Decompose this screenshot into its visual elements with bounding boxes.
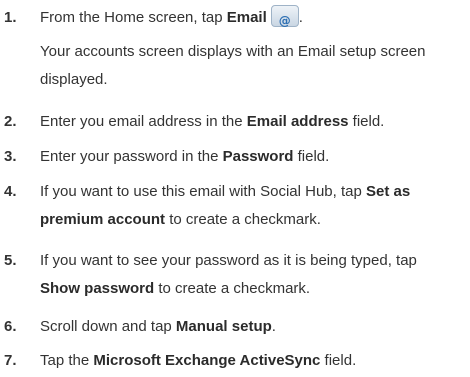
step-bold-term: Microsoft Exchange ActiveSync [93, 352, 321, 369]
step-text: Enter you email address in the Email add… [40, 108, 384, 136]
step-number: 5. [4, 252, 17, 269]
step-number: 1. [4, 9, 17, 26]
step-text-part: Tap the [40, 352, 94, 369]
step-1-continuation-2: displayed. [40, 71, 108, 88]
step-text: Tap the Microsoft Exchange ActiveSync fi… [40, 347, 356, 375]
step-bold-term: Email address [246, 113, 349, 130]
step-text-part: field. [348, 113, 385, 130]
step-text-part: Enter you email address in the [40, 113, 247, 130]
step-5-continuation: Show password to create a checkmark. [40, 275, 310, 303]
step-text-part: to create a checkmark. [154, 280, 311, 297]
step-number: 6. [4, 318, 17, 335]
step-number: 2. [4, 113, 17, 130]
email-app-icon [270, 5, 299, 35]
step-text-part: . [298, 9, 303, 26]
step-text: Enter your password in the Password fiel… [40, 143, 329, 171]
step-bold-term: Set as [366, 183, 411, 200]
step-text-part: . [271, 318, 276, 335]
step-text: From the Home screen, tap Email. [40, 4, 303, 35]
step-text-part: field. [320, 352, 357, 369]
step-1-continuation-1: Your accounts screen displays with an Em… [40, 43, 426, 60]
step-text-part: to create a checkmark. [165, 211, 321, 228]
step-text: Scroll down and tap Manual setup. [40, 313, 276, 341]
step-bold-term: Show password [40, 280, 155, 297]
step-number: 4. [4, 183, 17, 200]
step-text-part: If you want to use this email with Socia… [40, 183, 366, 200]
step-bold-term: Manual setup [175, 318, 272, 335]
step-text-part: If you want to see your password as it i… [40, 252, 417, 269]
step-4-continuation: premium account to create a checkmark. [40, 206, 321, 234]
step-text-part: From the Home screen, tap [40, 9, 227, 26]
step-text: If you want to see your password as it i… [40, 247, 417, 275]
step-number: 7. [4, 352, 17, 369]
instruction-document: 1. From the Home screen, tap Email. Your… [0, 0, 470, 377]
step-text-part: field. [293, 148, 330, 165]
step-bold-term: Email [226, 9, 267, 26]
step-bold-term: premium account [40, 211, 166, 228]
step-bold-term: Password [222, 148, 294, 165]
step-text: If you want to use this email with Socia… [40, 178, 410, 206]
step-text-part: Enter your password in the [40, 148, 223, 165]
step-text-part: Scroll down and tap [40, 318, 176, 335]
step-number: 3. [4, 148, 17, 165]
